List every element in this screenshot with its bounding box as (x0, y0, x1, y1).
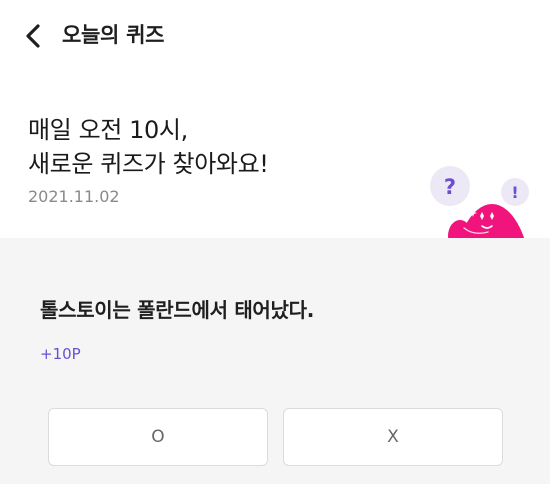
chevron-left-icon (26, 24, 40, 48)
hero-section: 매일 오전 10시, 새로운 퀴즈가 찾아와요! 2021.11.02 ? ! (0, 72, 550, 238)
question-mark-text: ? (444, 175, 456, 199)
quiz-question: 톨스토이는 폴란드에서 태어났다. (40, 298, 315, 322)
hero-headline-line2: 새로운 퀴즈가 찾아와요! (28, 150, 269, 178)
page-title: 오늘의 퀴즈 (62, 23, 165, 47)
answer-x-button[interactable]: X (283, 408, 503, 466)
app-header: 오늘의 퀴즈 (0, 0, 550, 72)
back-button[interactable] (18, 20, 50, 52)
reward-points: +10P (40, 345, 81, 363)
quiz-date: 2021.11.02 (28, 187, 120, 206)
mascot-illustration: ? ! (420, 164, 550, 238)
hero-headline-line1: 매일 오전 10시, (28, 116, 188, 144)
answer-o-button[interactable]: O (48, 408, 268, 466)
exclaim-mark-text: ! (511, 183, 518, 202)
quiz-panel: 톨스토이는 폴란드에서 태어났다. +10P O X (0, 238, 550, 484)
mascot-svg: ? ! (430, 166, 529, 238)
